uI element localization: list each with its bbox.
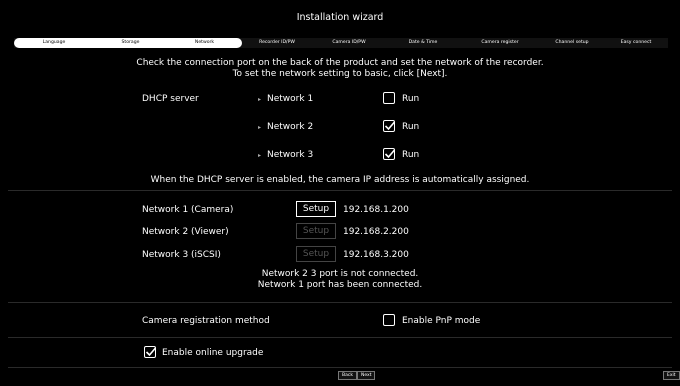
dhcp-note: When the DHCP server is enabled, the cam… bbox=[150, 175, 530, 185]
network-2-label: Network 2 (Viewer) bbox=[142, 227, 229, 237]
step-camera-register[interactable]: Camera register bbox=[460, 38, 540, 48]
dhcp-network-3: Network 3 bbox=[267, 150, 314, 160]
checkmark-icon bbox=[384, 121, 396, 131]
dhcp-run-2-checkbox[interactable] bbox=[383, 120, 396, 132]
network-3-ip: 192.168.3.200 bbox=[343, 250, 409, 260]
network-1-label: Network 1 (Camera) bbox=[142, 205, 234, 215]
port-status-line-1: Network 2 3 port is not connected. bbox=[261, 269, 419, 279]
window-title: Installation wizard bbox=[296, 12, 384, 23]
exit-button[interactable]: Exit bbox=[663, 371, 680, 380]
step-recorder-id[interactable]: Recorder ID/PW bbox=[242, 38, 312, 48]
divider bbox=[8, 337, 672, 338]
dhcp-network-2: Network 2 bbox=[267, 122, 314, 132]
step-camera-id[interactable]: Camera ID/PW bbox=[312, 38, 386, 48]
dhcp-label: DHCP server bbox=[142, 94, 199, 104]
divider bbox=[8, 367, 672, 368]
pnp-mode-checkbox[interactable] bbox=[383, 314, 395, 326]
next-button[interactable]: Next bbox=[357, 371, 376, 380]
network-2-setup-button[interactable]: Setup bbox=[296, 223, 336, 239]
network-2-ip: 192.168.2.200 bbox=[343, 227, 409, 237]
step-date-time[interactable]: Date & Time bbox=[386, 38, 460, 48]
online-upgrade-label: Enable online upgrade bbox=[162, 348, 264, 358]
checkmark-icon bbox=[145, 347, 157, 357]
dhcp-network-1: Network 1 bbox=[267, 94, 314, 104]
step-easy-connect[interactable]: Easy connect bbox=[604, 38, 668, 48]
network-1-ip: 192.168.1.200 bbox=[343, 205, 409, 215]
online-upgrade-checkbox[interactable] bbox=[144, 346, 157, 358]
dhcp-run-3-label: Run bbox=[402, 150, 420, 160]
step-storage[interactable]: Storage bbox=[94, 38, 167, 48]
network-1-setup-button[interactable]: Setup bbox=[296, 201, 336, 217]
dhcp-run-1-label: Run bbox=[402, 94, 420, 104]
network-3-setup-button[interactable]: Setup bbox=[296, 246, 336, 262]
dhcp-run-1-checkbox[interactable] bbox=[383, 92, 395, 104]
registration-label: Camera registration method bbox=[142, 316, 270, 326]
step-network[interactable]: Network bbox=[167, 38, 242, 48]
chevron-right-icon: ▸ bbox=[258, 124, 262, 131]
divider bbox=[8, 190, 672, 191]
dhcp-run-2-label: Run bbox=[402, 122, 420, 132]
intro-line-1: Check the connection port on the back of… bbox=[136, 58, 544, 68]
dhcp-run-3-checkbox[interactable] bbox=[383, 148, 396, 160]
pnp-mode-label: Enable PnP mode bbox=[402, 316, 481, 326]
network-3-label: Network 3 (iSCSI) bbox=[142, 250, 221, 260]
step-channel-setup[interactable]: Channel setup bbox=[540, 38, 604, 48]
intro-line-2: To set the network setting to basic, cli… bbox=[232, 69, 448, 79]
chevron-right-icon: ▸ bbox=[258, 152, 262, 159]
back-button[interactable]: Back bbox=[338, 371, 357, 380]
chevron-right-icon: ▸ bbox=[258, 96, 262, 103]
checkmark-icon bbox=[384, 149, 396, 159]
port-status-line-2: Network 1 port has been connected. bbox=[257, 280, 423, 290]
wizard-steps: Language Storage Network Recorder ID/PW … bbox=[14, 38, 668, 48]
step-language[interactable]: Language bbox=[14, 38, 94, 48]
divider bbox=[8, 302, 672, 303]
